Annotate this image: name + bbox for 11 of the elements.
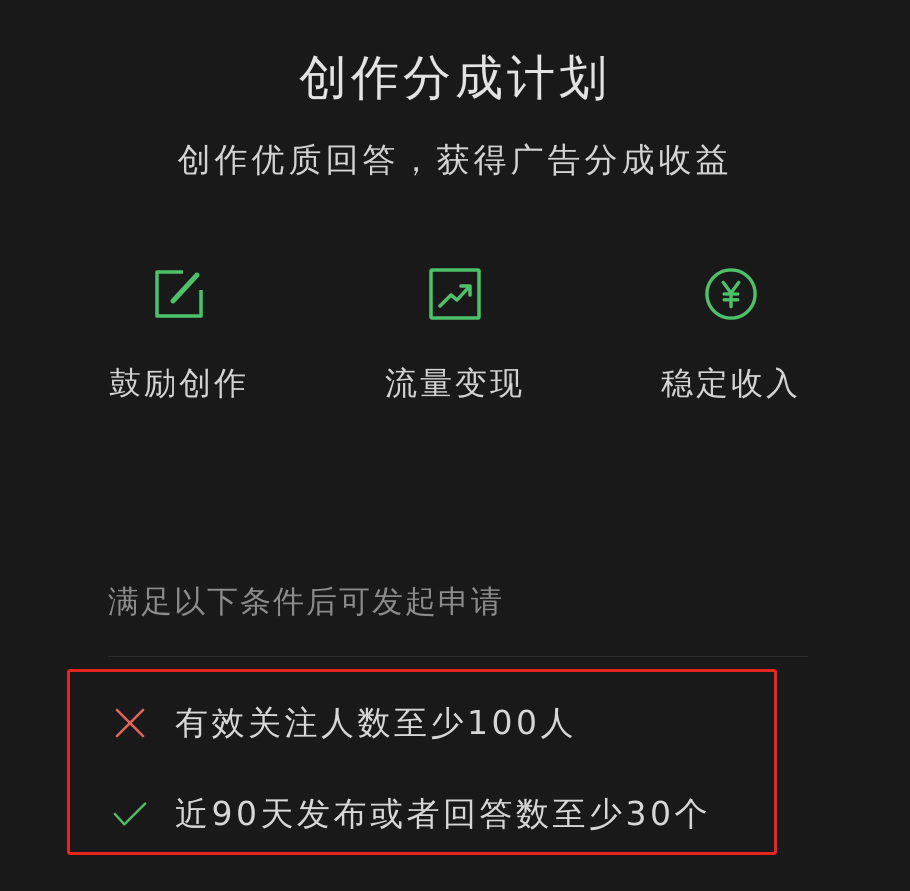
- yen-icon: [705, 268, 757, 320]
- feature-label: 鼓励创作: [109, 363, 249, 404]
- requirement-text: 有效关注人数至少100人: [175, 702, 577, 744]
- page-subtitle: 创作优质回答，获得广告分成收益: [178, 139, 732, 181]
- edit-icon: [153, 268, 205, 320]
- feature-label: 流量变现: [385, 363, 525, 404]
- requirement-text: 近90天发布或者回答数至少30个: [175, 793, 711, 835]
- page-title: 创作分成计划: [299, 49, 611, 108]
- feature-label: 稳定收入: [661, 363, 801, 404]
- requirements-heading: 满足以下条件后可发起申请: [108, 583, 504, 622]
- chart-icon: [429, 268, 481, 320]
